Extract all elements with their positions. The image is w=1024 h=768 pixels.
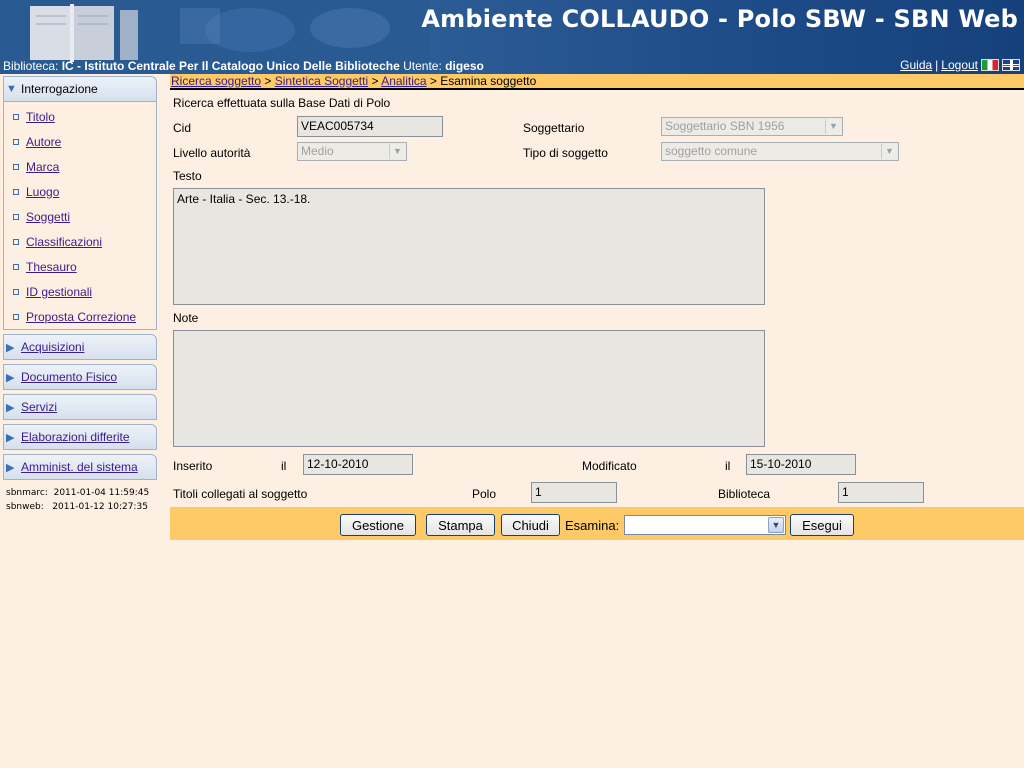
- action-bar: Gestione Stampa Chiudi Esamina: ▼ Esegui: [170, 507, 1024, 540]
- cid-label: Cid: [173, 121, 192, 135]
- sidebar-item-classificazioni[interactable]: Classificazioni: [4, 229, 156, 254]
- square-bullet-icon: [13, 213, 19, 220]
- cid-field[interactable]: VEAC005734: [297, 116, 443, 137]
- chevron-down-icon[interactable]: ▼: [768, 517, 784, 533]
- polo-count-field[interactable]: 1: [531, 482, 617, 503]
- inserito-il-label: il: [281, 459, 287, 473]
- stampa-button[interactable]: Stampa: [426, 514, 495, 536]
- sidebar-section-interrogazione[interactable]: ▼ Interrogazione: [3, 76, 157, 102]
- sidebar-section-amministrazione[interactable]: ▶ Amminist. del sistema: [3, 454, 157, 480]
- triangle-right-icon: ▶: [6, 461, 15, 474]
- square-bullet-icon: [13, 113, 19, 120]
- gestione-button[interactable]: Gestione: [340, 514, 416, 536]
- biblioteca-count-label: Biblioteca: [718, 487, 771, 501]
- breadcrumb-ricerca-soggetto[interactable]: Ricerca soggetto: [171, 74, 261, 88]
- livello-autorita-select[interactable]: Medio ▼: [297, 142, 407, 161]
- livello-autorita-label: Livello autorità: [173, 146, 251, 160]
- sidebar-item-thesauro[interactable]: Thesauro: [4, 254, 156, 279]
- square-bullet-icon: [13, 263, 19, 270]
- biblioteca-value: IC - Istituto Centrale Per Il Catalogo U…: [61, 59, 400, 73]
- breadcrumb-analitica[interactable]: Analitica: [381, 74, 426, 88]
- breadcrumb-bar: Ricerca soggetto > Sintetica Soggetti > …: [170, 74, 1024, 90]
- triangle-right-icon: ▶: [6, 401, 15, 414]
- soggettario-select[interactable]: Soggettario SBN 1956 ▼: [661, 117, 843, 136]
- square-bullet-icon: [13, 238, 19, 245]
- guida-link[interactable]: Guida: [900, 58, 932, 72]
- triangle-right-icon: ▶: [6, 371, 15, 384]
- chevron-down-icon: ▼: [389, 144, 405, 159]
- tipo-soggetto-label: Tipo di soggetto: [523, 146, 608, 160]
- sidebar-section-elaborazioni-differite[interactable]: ▶ Elaborazioni differite: [3, 424, 157, 450]
- chevron-down-icon: ▼: [881, 144, 897, 159]
- esegui-button[interactable]: Esegui: [790, 514, 854, 536]
- sidebar: ▼ Interrogazione Titolo Autore Marca Luo…: [3, 76, 157, 514]
- inserito-date-field[interactable]: 12-10-2010: [303, 454, 413, 475]
- biblioteca-count-field[interactable]: 1: [838, 482, 924, 503]
- sidebar-item-marca[interactable]: Marca: [4, 154, 156, 179]
- sbnweb-timestamp: sbnweb: 2011-01-12 10:27:35: [6, 502, 148, 512]
- chevron-down-icon: ▼: [825, 119, 841, 134]
- breadcrumb-separator: >: [429, 74, 437, 88]
- triangle-down-icon: ▼: [6, 83, 17, 95]
- sidebar-item-soggetti[interactable]: Soggetti: [4, 204, 156, 229]
- biblioteca-label: Biblioteca:: [3, 59, 59, 73]
- sidebar-item-id-gestionali[interactable]: ID gestionali: [4, 279, 156, 304]
- utente-label: Utente:: [403, 59, 442, 73]
- esamina-label: Esamina:: [565, 518, 620, 533]
- breadcrumb-sintetica-soggetti[interactable]: Sintetica Soggetti: [275, 74, 368, 88]
- search-info-text: Ricerca effettuata sulla Base Dati di Po…: [173, 96, 391, 110]
- app-title: Ambiente COLLAUDO - Polo SBW - SBN Web: [421, 5, 1018, 33]
- breadcrumb-current: Esamina soggetto: [440, 74, 537, 88]
- note-textarea[interactable]: [173, 330, 765, 447]
- sidebar-item-autore[interactable]: Autore: [4, 129, 156, 154]
- sidebar-item-titolo[interactable]: Titolo: [4, 104, 156, 129]
- soggettario-value: Soggettario SBN 1956: [665, 119, 785, 133]
- testo-label: Testo: [173, 169, 202, 183]
- link-separator: |: [935, 58, 939, 72]
- breadcrumb: Ricerca soggetto > Sintetica Soggetti > …: [170, 74, 1024, 88]
- top-links: Guida | Logout: [900, 58, 1020, 72]
- chiudi-button[interactable]: Chiudi: [501, 514, 560, 536]
- square-bullet-icon: [13, 138, 19, 145]
- note-label: Note: [173, 311, 199, 325]
- sidebar-item-luogo[interactable]: Luogo: [4, 179, 156, 204]
- inserito-label: Inserito: [173, 459, 213, 473]
- sidebar-section-servizi[interactable]: ▶ Servizi: [3, 394, 157, 420]
- breadcrumb-separator: >: [371, 74, 379, 88]
- modificato-date-field[interactable]: 15-10-2010: [746, 454, 856, 475]
- triangle-right-icon: ▶: [6, 341, 15, 354]
- titoli-collegati-label: Titoli collegati al soggetto: [173, 487, 308, 501]
- sidebar-section-acquisizioni[interactable]: ▶ Acquisizioni: [3, 334, 157, 360]
- app-header: Ambiente COLLAUDO - Polo SBW - SBN Web B…: [0, 0, 1024, 74]
- square-bullet-icon: [13, 288, 19, 295]
- utente-value: digeso: [445, 59, 484, 73]
- square-bullet-icon: [13, 163, 19, 170]
- soggettario-label: Soggettario: [523, 121, 585, 135]
- modificato-il-label: il: [725, 459, 731, 473]
- uk-flag-icon[interactable]: [1002, 59, 1020, 71]
- version-timestamps: sbnmarc: 2011-01-04 11:59:45 sbnweb: 201…: [3, 486, 157, 514]
- logout-link[interactable]: Logout: [941, 58, 978, 72]
- interrogazione-submenu: Titolo Autore Marca Luogo Soggetti Class…: [3, 102, 157, 330]
- sidebar-item-proposta-correzione[interactable]: Proposta Correzione: [4, 304, 156, 329]
- triangle-right-icon: ▶: [6, 431, 15, 444]
- esamina-select[interactable]: ▼: [624, 515, 786, 535]
- library-user-info: Biblioteca: IC - Istituto Centrale Per I…: [3, 59, 484, 73]
- livello-autorita-value: Medio: [301, 144, 334, 158]
- square-bullet-icon: [13, 313, 19, 320]
- italian-flag-icon[interactable]: [981, 59, 999, 71]
- breadcrumb-separator: >: [264, 74, 272, 88]
- square-bullet-icon: [13, 188, 19, 195]
- tipo-soggetto-value: soggetto comune: [665, 144, 758, 158]
- sbnmarc-timestamp: sbnmarc: 2011-01-04 11:59:45: [6, 488, 150, 498]
- soggetto-detail-form: Ricerca effettuata sulla Base Dati di Po…: [170, 92, 1024, 552]
- sidebar-section-label: Interrogazione: [21, 82, 98, 96]
- testo-textarea[interactable]: Arte - Italia - Sec. 13.-18.: [173, 188, 765, 305]
- modificato-label: Modificato: [582, 459, 637, 473]
- tipo-soggetto-select[interactable]: soggetto comune ▼: [661, 142, 899, 161]
- polo-label: Polo: [472, 487, 497, 501]
- sidebar-section-documento-fisico[interactable]: ▶ Documento Fisico: [3, 364, 157, 390]
